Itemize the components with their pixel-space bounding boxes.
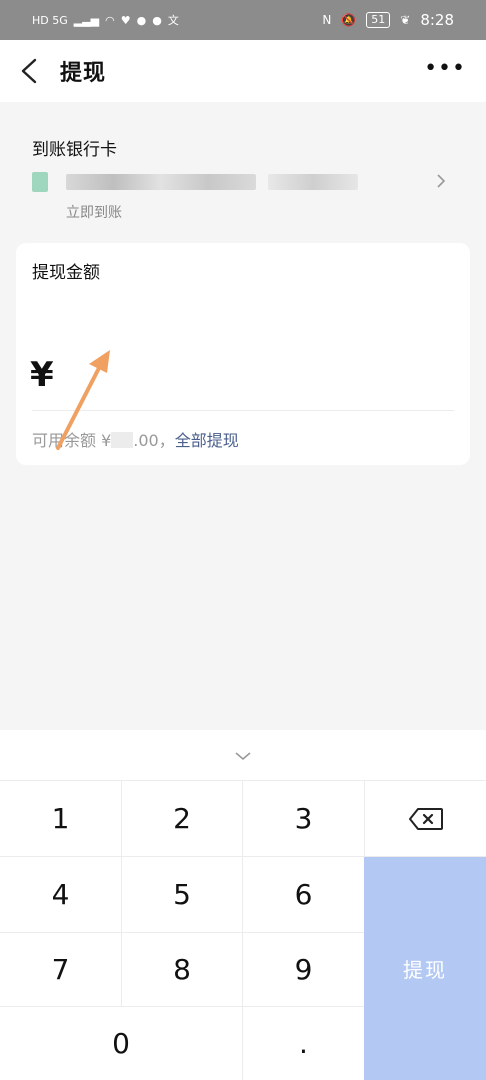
key-9[interactable]: 9 bbox=[243, 933, 364, 1006]
key-decimal[interactable]: . bbox=[243, 1007, 364, 1080]
mute-icon: 🔕 bbox=[341, 13, 357, 27]
heart-icon: ♥ bbox=[120, 13, 131, 27]
leaf-icon: ❦ bbox=[400, 13, 411, 27]
network-indicator: HD 5G bbox=[32, 13, 68, 27]
translate-icon: 文 bbox=[167, 14, 179, 27]
clock: 8:28 bbox=[420, 11, 454, 29]
battery-indicator: 51 bbox=[366, 12, 391, 28]
available-prefix: 可用余额 ¥ bbox=[32, 431, 112, 450]
signal-icon: ▂▃▅ bbox=[73, 13, 100, 27]
bank-card-label: 到账银行卡 bbox=[32, 140, 117, 160]
key-3[interactable]: 3 bbox=[243, 781, 364, 856]
key-2[interactable]: 2 bbox=[122, 781, 242, 856]
key-4[interactable]: 4 bbox=[0, 857, 121, 932]
key-6[interactable]: 6 bbox=[243, 857, 364, 932]
arrival-time: 立即到账 bbox=[66, 205, 122, 221]
key-0[interactable]: 0 bbox=[0, 1007, 242, 1080]
backspace-key[interactable] bbox=[365, 781, 486, 856]
wechat-icon: ● bbox=[152, 13, 162, 27]
currency-symbol[interactable]: ¥ bbox=[30, 355, 54, 395]
more-options-icon[interactable]: ••• bbox=[424, 58, 466, 80]
backspace-icon bbox=[408, 807, 443, 830]
divider bbox=[32, 410, 454, 411]
available-suffix: .00， bbox=[133, 431, 175, 450]
bank-card-section: 到账银行卡 立即到账 bbox=[0, 102, 486, 232]
qq-icon: ● bbox=[136, 13, 147, 27]
wifi-icon: ◠ bbox=[105, 13, 115, 27]
status-icons-left: HD 5G ▂▃▅ ◠ ♥ ● ● 文 bbox=[32, 12, 179, 28]
status-bar: HD 5G ▂▃▅ ◠ ♥ ● ● 文 N 🔕 51 ❦ 8:28 bbox=[0, 0, 486, 40]
page-title: 提现 bbox=[60, 61, 107, 86]
key-8[interactable]: 8 bbox=[122, 933, 242, 1006]
card-number-redacted bbox=[268, 174, 358, 190]
key-1[interactable]: 1 bbox=[0, 781, 121, 856]
numeric-keypad: 1 2 3 4 5 6 7 8 9 0 . 提现 bbox=[0, 730, 486, 1080]
balance-redacted bbox=[111, 432, 134, 448]
nav-bar: 提现 ••• bbox=[0, 40, 486, 102]
available-balance: 可用余额 ¥ .00，全部提现 bbox=[32, 427, 239, 451]
amount-card: 提现金额 ¥ 可用余额 ¥ .00，全部提现 bbox=[16, 243, 470, 465]
chevron-down-icon[interactable] bbox=[233, 750, 253, 762]
amount-label: 提现金额 bbox=[32, 263, 100, 283]
withdraw-submit-button[interactable]: 提现 bbox=[364, 857, 486, 1080]
bank-name-redacted bbox=[66, 174, 256, 190]
bank-card-selector[interactable] bbox=[32, 170, 462, 194]
bank-logo-icon bbox=[32, 172, 48, 192]
key-7[interactable]: 7 bbox=[0, 933, 121, 1006]
nfc-icon: N bbox=[322, 13, 332, 27]
back-arrow-icon[interactable] bbox=[18, 58, 42, 84]
chevron-right-icon bbox=[437, 174, 446, 188]
key-5[interactable]: 5 bbox=[122, 857, 242, 932]
status-icons-right: N 🔕 51 ❦ 8:28 bbox=[322, 11, 454, 29]
withdraw-all-link[interactable]: 全部提现 bbox=[175, 431, 239, 450]
